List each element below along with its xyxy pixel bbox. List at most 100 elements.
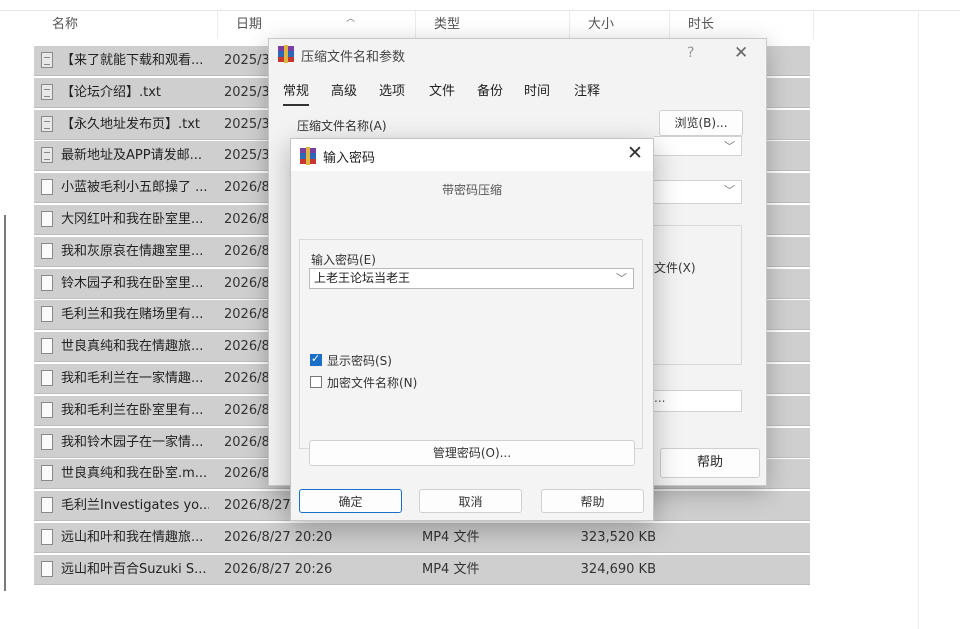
video-file-icon xyxy=(41,465,53,482)
file-date: 2026/8 xyxy=(224,212,270,227)
help-icon[interactable]: ? xyxy=(687,45,694,61)
file-name: 远山和叶百合Suzuki S... xyxy=(61,561,207,577)
password-value: 上老王论坛当老王 xyxy=(314,271,411,285)
video-file-icon xyxy=(41,211,53,227)
file-date: 2025/3 xyxy=(224,116,270,132)
column-duration[interactable]: 时长 xyxy=(670,11,814,39)
file-date: 2026/8 xyxy=(224,243,270,259)
video-file-icon xyxy=(41,338,53,355)
file-date: 2026/8 xyxy=(224,402,270,418)
file-date: 2025/3 xyxy=(224,53,270,68)
password-dialog: 输入密码 ✕ 带密码压缩 输入密码(E) 上老王论坛当老王 ﹀ 显示密码(S) … xyxy=(290,138,654,521)
video-file-icon xyxy=(41,433,53,450)
file-name: 大冈红叶和我在卧室里... xyxy=(61,212,204,227)
file-date: 2026/8/27 20:20 xyxy=(224,530,333,545)
file-name: 世良真纯和我在情趣旅... xyxy=(61,339,204,355)
ok-button[interactable]: 确定 xyxy=(299,489,402,513)
text-file-icon xyxy=(41,52,53,68)
file-date: 2025/3 xyxy=(224,148,270,164)
pane-divider xyxy=(918,10,919,629)
close-icon[interactable]: ✕ xyxy=(734,43,748,63)
video-file-icon xyxy=(41,560,53,577)
help-button[interactable]: 帮助 xyxy=(660,448,760,478)
file-name: 铃木园子和我在卧室里... xyxy=(61,275,204,291)
text-file-icon xyxy=(41,147,53,164)
file-size: 323,520 KB xyxy=(580,530,656,545)
tab-comment[interactable]: 注释 xyxy=(574,80,600,104)
text-file-icon xyxy=(41,83,53,100)
column-name[interactable]: 名称 xyxy=(34,11,218,39)
winrar-icon xyxy=(278,45,294,63)
field-dots: ... xyxy=(654,391,666,405)
tab-general[interactable]: 常规 xyxy=(283,80,310,106)
file-date: 2026/8 xyxy=(224,180,270,196)
file-name: 我和灰原哀在情趣室里... xyxy=(61,243,204,259)
browse-button[interactable]: 浏览(B)... xyxy=(659,110,743,136)
update-mode-combo[interactable]: ﹀ xyxy=(654,180,742,204)
column-header: 名称 日期 类型 大小 时长 ︿ xyxy=(34,11,814,39)
sort-caret-icon: ︿ xyxy=(346,14,356,24)
dialog-title: 输入密码 xyxy=(323,151,376,166)
file-name: 【来了就能下载和观看... xyxy=(61,53,204,68)
video-file-icon xyxy=(41,401,53,418)
cancel-button[interactable]: 取消 xyxy=(419,489,522,513)
file-date: 2026/8 xyxy=(224,307,270,323)
column-date[interactable]: 日期 xyxy=(218,11,416,39)
tab-options[interactable]: 选项 xyxy=(379,80,405,104)
file-date: 2026/8 xyxy=(224,275,270,291)
archive-name-combo[interactable]: ﹀ xyxy=(654,136,742,156)
dialog-subtitle: 带密码压缩 xyxy=(441,183,502,197)
show-password-label[interactable]: 显示密码(S) xyxy=(327,352,392,369)
file-date: 2026/8 xyxy=(224,371,270,386)
options-group xyxy=(654,225,742,365)
video-file-icon xyxy=(41,370,53,386)
vertical-scrollbar[interactable] xyxy=(4,215,6,591)
column-size[interactable]: 大小 xyxy=(570,11,670,39)
dialog-title: 压缩文件名和参数 xyxy=(301,50,406,65)
file-date: 2026/8/27 20:26 xyxy=(224,561,333,577)
file-name: 毛利兰和我在赌场里有... xyxy=(61,307,204,323)
file-date: 2026/8 xyxy=(224,339,270,355)
chevron-down-icon: ﹀ xyxy=(724,184,735,197)
manage-passwords-button[interactable]: 管理密码(O)... xyxy=(309,440,635,466)
file-date: 2026/8/27 xyxy=(224,498,291,514)
table-row[interactable]: 远山和叶百合Suzuki S... 2026/8/27 20:26 MP4 文件 32… xyxy=(34,554,810,585)
help-button[interactable]: 帮助 xyxy=(541,489,644,513)
chevron-down-icon: ﹀ xyxy=(724,140,735,153)
tab-time[interactable]: 时间 xyxy=(524,80,550,104)
close-icon[interactable]: ✕ xyxy=(627,142,643,164)
file-type: MP4 文件 xyxy=(422,530,480,545)
file-name: 小蓝被毛利小五郎操了 ... xyxy=(61,180,208,196)
file-name: 世良真纯和我在卧室.m... xyxy=(61,466,208,482)
video-file-icon xyxy=(41,179,53,196)
button-bar: 确定 取消 帮助 xyxy=(291,477,653,520)
file-date: 2026/8 xyxy=(224,434,270,450)
tab-advanced[interactable]: 高级 xyxy=(331,80,357,104)
column-type[interactable]: 类型 xyxy=(416,11,570,39)
text-file-icon xyxy=(41,115,53,132)
encrypt-names-label[interactable]: 加密文件名称(N) xyxy=(327,374,417,391)
chevron-down-icon[interactable]: ﹀ xyxy=(616,269,627,288)
video-file-icon xyxy=(41,497,53,514)
file-name: 我和铃木园子在一家情... xyxy=(61,434,204,450)
password-label: 输入密码(E) xyxy=(311,253,376,267)
show-password-checkbox[interactable] xyxy=(310,352,322,366)
video-file-icon xyxy=(41,529,53,545)
tab-backup[interactable]: 备份 xyxy=(477,80,503,104)
file-name: 毛利兰Investigates yo... xyxy=(61,498,209,514)
split-volume-field[interactable] xyxy=(654,390,742,412)
option-label: 文件(X) xyxy=(654,261,696,275)
file-size: 324,690 KB xyxy=(580,561,656,577)
encrypt-names-checkbox[interactable] xyxy=(310,376,322,388)
archive-name-label: 压缩文件名称(A) xyxy=(297,119,387,133)
password-input[interactable]: 上老王论坛当老王 ﹀ xyxy=(309,268,634,289)
file-name: 远山和叶和我在情趣旅... xyxy=(61,530,204,545)
file-name: 我和毛利兰在一家情趣... xyxy=(61,371,204,386)
video-file-icon xyxy=(41,274,53,291)
file-type: MP4 文件 xyxy=(422,561,480,577)
video-file-icon xyxy=(41,306,53,323)
video-file-icon xyxy=(41,242,53,259)
tab-files[interactable]: 文件 xyxy=(429,80,455,104)
table-row[interactable]: 远山和叶和我在情趣旅... 2026/8/27 20:20 MP4 文件 323,52… xyxy=(34,523,810,553)
winrar-icon xyxy=(300,147,316,165)
